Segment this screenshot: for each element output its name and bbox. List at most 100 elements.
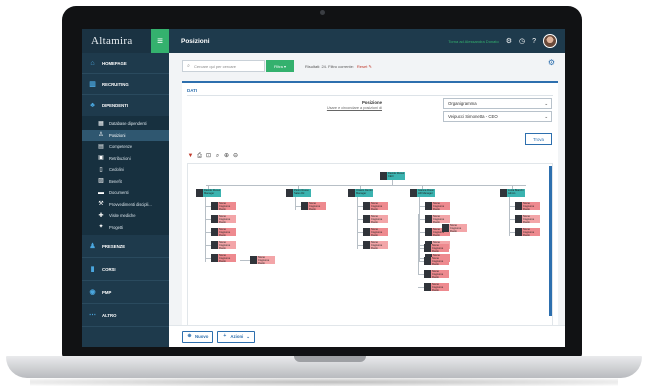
sidebar-item-homepage[interactable]: ⌂ HOMEPAGE <box>82 53 169 74</box>
search-input[interactable]: ⌕ Cercare qui per cercare <box>182 60 265 72</box>
position-hint-link[interactable]: Usare e circondare a posizioni di <box>267 106 382 110</box>
find-button[interactable]: Trova <box>525 133 552 145</box>
avatar <box>348 189 355 197</box>
org-node[interactable]: Nome Cognome Ruolo <box>250 256 275 264</box>
sidebar-subitem-progetti[interactable]: ✦ Progetti <box>82 222 169 234</box>
org-node[interactable]: Nome Cognome Ruolo <box>424 244 449 252</box>
sidebar-subitem-benefit[interactable]: ▨ Benefit <box>82 176 169 188</box>
org-node[interactable]: Nome Cognome Ruolo <box>515 228 540 236</box>
org-node[interactable]: Davide Russo Manager <box>196 189 221 197</box>
org-node[interactable]: Ottavio Dentro Manager <box>348 189 373 197</box>
bottom-action-bar: ⊕ Nuovo + Azioni ⌄ <box>169 325 565 347</box>
org-node[interactable]: Nome Cognome Ruolo <box>301 202 326 210</box>
org-node[interactable]: Nome Cognome Ruolo <box>363 215 388 223</box>
app-screen: Altamira ≡ ⌂ HOMEPAGE ▥ RECRUITING ♣ DIP… <box>82 29 565 347</box>
org-node-label: Nome Cognome Ruolo <box>431 257 449 265</box>
clock-icon[interactable]: ◷ <box>519 37 525 45</box>
pdf-icon[interactable]: ▼ <box>187 153 194 160</box>
org-node[interactable]: Nome Cognome Ruolo <box>211 215 236 223</box>
lightbulb-icon: ✦ <box>98 224 104 231</box>
actions-button[interactable]: + Azioni ⌄ <box>217 330 255 343</box>
connector-line <box>418 274 424 275</box>
org-node[interactable]: Davide Russo CEO <box>380 172 405 180</box>
sidebar-subitem-cedolini[interactable]: ▯ Cedolini <box>82 164 169 176</box>
avatar <box>500 189 507 197</box>
avatar <box>410 189 417 197</box>
org-node-label: Nome Cognome Ruolo <box>431 283 449 291</box>
folder-icon: ▬ <box>98 189 104 196</box>
org-node[interactable]: Nome Cognome Ruolo <box>515 202 540 210</box>
sidebar-item-label: ALTRO <box>102 312 117 318</box>
sidebar-subitem-visite[interactable]: ✚ Visite mediche <box>82 210 169 222</box>
person-select-value: Veipucci Simonetta - CEO <box>448 114 498 119</box>
org-node[interactable]: Nome Cognome Ruolo <box>211 202 236 210</box>
org-node[interactable]: Gianna Rossi HR Manager <box>410 189 435 197</box>
zoom-icon[interactable]: ⌕ <box>214 153 221 160</box>
org-node[interactable]: Nome Cognome Ruolo <box>211 228 236 236</box>
reset-filter-link[interactable]: Reset ✎ <box>357 64 372 69</box>
org-node[interactable]: Lucia Bianchi Admin <box>500 189 525 197</box>
org-node-label: Nome Cognome Ruolo <box>522 202 540 210</box>
new-button[interactable]: ⊕ Nuovo <box>182 330 214 343</box>
org-node[interactable]: Nome Cognome Ruolo <box>363 202 388 210</box>
zoom-out-icon[interactable]: ⊖ <box>232 153 239 160</box>
sidebar-item-recruiting[interactable]: ▥ RECRUITING <box>82 74 169 95</box>
search-row: ⌕ Cercare qui per cercare Filtra ▾ Risul… <box>182 60 372 72</box>
help-icon[interactable]: ? <box>532 38 536 45</box>
sidebar-item-label: PMP <box>102 289 112 295</box>
sidebar-subitem-provvedimenti[interactable]: ⚒ Provvedimenti discipli... <box>82 199 169 211</box>
settings-icon[interactable]: ⚙ <box>548 58 555 67</box>
sidebar: Altamira ≡ ⌂ HOMEPAGE ▥ RECRUITING ♣ DIP… <box>82 29 169 347</box>
menu-toggle-button[interactable]: ≡ <box>151 29 169 53</box>
sidebar-subitem-competenze[interactable]: ▤ Competenze <box>82 141 169 153</box>
brand-logo[interactable]: Altamira <box>91 35 133 47</box>
fit-icon[interactable]: ⊡ <box>205 153 212 160</box>
sidebar-item-pmp[interactable]: ◉ PMP <box>82 281 169 304</box>
sidebar-item-presenze[interactable]: ♟ PRESENZE <box>82 235 169 258</box>
org-node[interactable]: Nome Cognome Ruolo <box>424 270 449 278</box>
org-node[interactable]: Pietro Russo Sales Dir. <box>286 189 311 197</box>
org-node[interactable]: Nome Cognome Ruolo <box>442 224 467 232</box>
avatar <box>424 244 431 252</box>
org-node-label: Nome Cognome Ruolo <box>370 215 388 223</box>
avatar <box>196 189 203 197</box>
org-node-label: Nome Cognome Ruolo <box>218 241 236 249</box>
connector-line <box>206 185 526 186</box>
org-node[interactable]: Nome Cognome Ruolo <box>424 257 449 265</box>
print-icon[interactable]: ⎙ <box>196 153 203 160</box>
org-node[interactable]: Nome Cognome Ruolo <box>211 241 236 249</box>
org-node[interactable]: Nome Cognome Ruolo <box>363 241 388 249</box>
org-node-label: Nome Cognome Ruolo <box>370 241 388 249</box>
org-node[interactable]: Nome Cognome Ruolo <box>425 202 450 210</box>
return-user-link[interactable]: Torna ad Alessandra Donato <box>448 39 498 44</box>
gear-icon[interactable]: ⚙ <box>506 37 512 45</box>
sidebar-subitem-database[interactable]: ▦ Database dipendenti <box>82 118 169 130</box>
sidebar-item-corsi[interactable]: ▮ CORSI <box>82 258 169 281</box>
org-node-label: Nome Cognome Ruolo <box>449 224 467 232</box>
sidebar-subitem-documenti[interactable]: ▬ Documenti <box>82 187 169 199</box>
org-node[interactable]: Nome Cognome Ruolo <box>424 283 449 291</box>
view-select[interactable]: Organigramma ⌄ <box>443 98 552 109</box>
org-node-label: Nome Cognome Ruolo <box>522 215 540 223</box>
sidebar-item-altro[interactable]: ⋯ ALTRO <box>82 304 169 327</box>
zoom-in-icon[interactable]: ⊕ <box>223 153 230 160</box>
org-node[interactable]: Nome Cognome Ruolo <box>211 254 236 262</box>
sidebar-item-dipendenti[interactable]: ♣ DIPENDENTI <box>82 95 169 116</box>
sidebar-subitem-posizioni[interactable]: ♙ Posizioni <box>82 129 169 141</box>
sidebar-subitem-retribuzioni[interactable]: ▣ Retribuzioni <box>82 153 169 165</box>
laptop-notch <box>294 356 366 362</box>
org-node-label: Nome Cognome Ruolo <box>432 202 450 210</box>
document-icon: ▯ <box>99 166 103 173</box>
filter-button[interactable]: Filtra ▾ <box>266 60 294 72</box>
org-node[interactable]: Nome Cognome Ruolo <box>363 228 388 236</box>
target-icon: ◉ <box>89 288 96 296</box>
org-node[interactable]: Nome Cognome Ruolo <box>515 215 540 223</box>
org-chart[interactable]: Davide Russo CEO Davide Russo Manager Nome… <box>187 163 553 339</box>
avatar[interactable] <box>543 34 557 48</box>
connector-line <box>418 261 424 262</box>
org-node-label: Lucia Bianchi Admin <box>507 189 525 197</box>
person-select[interactable]: Veipucci Simonetta - CEO ⌄ <box>443 111 552 122</box>
org-node[interactable]: Nome Cognome Ruolo <box>425 215 450 223</box>
scrollbar[interactable] <box>549 166 552 316</box>
org-node-label: Davide Russo Manager <box>203 189 221 197</box>
